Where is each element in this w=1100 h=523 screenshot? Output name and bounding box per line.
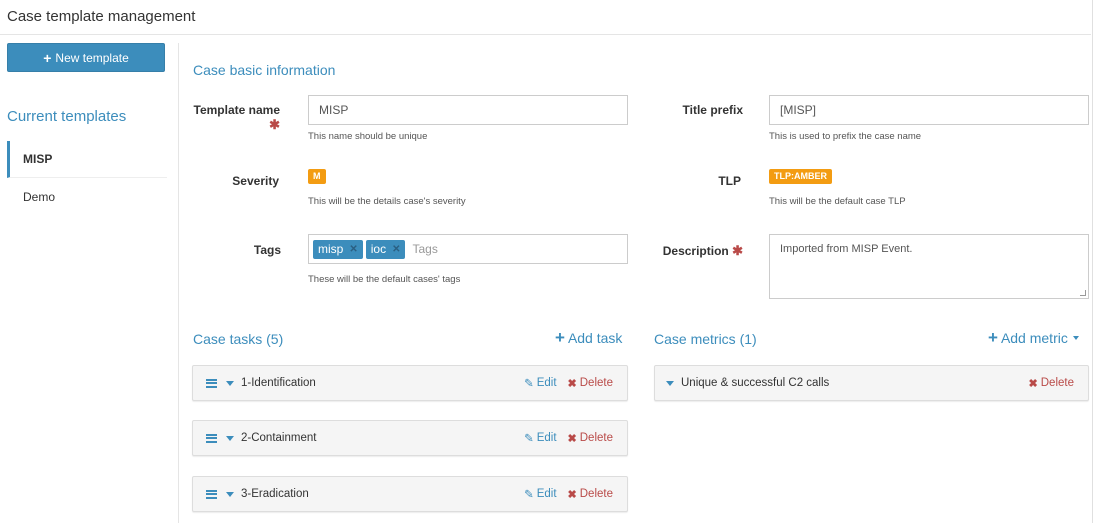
drag-handle-icon[interactable] bbox=[206, 489, 217, 499]
sidebar-divider bbox=[178, 43, 179, 523]
plus-icon: + bbox=[988, 328, 998, 347]
title-prefix-label: Title prefix bbox=[682, 103, 743, 117]
chevron-down-icon[interactable] bbox=[226, 435, 234, 441]
description-text: Imported from MISP Event. bbox=[780, 243, 913, 255]
template-item-demo[interactable]: Demo bbox=[7, 178, 167, 215]
chevron-down-icon bbox=[1072, 335, 1079, 340]
new-template-label: New template bbox=[55, 50, 129, 65]
edit-label: Edit bbox=[536, 377, 557, 389]
edit-button[interactable]: ✎ Edit bbox=[524, 376, 556, 390]
task-row[interactable]: 1-Identification ✎ Edit ✖ Delete bbox=[192, 365, 628, 401]
description-textarea[interactable]: Imported from MISP Event. bbox=[769, 234, 1089, 299]
metric-name: Unique & successful C2 calls bbox=[681, 377, 830, 389]
delete-button[interactable]: ✖ Delete bbox=[568, 377, 613, 390]
tags-placeholder[interactable]: Tags bbox=[412, 242, 437, 256]
remove-tag-icon[interactable]: ✕ bbox=[349, 244, 357, 255]
close-icon: ✖ bbox=[567, 488, 577, 501]
delete-button[interactable]: ✖ Delete bbox=[568, 488, 613, 501]
edit-label: Edit bbox=[536, 432, 557, 444]
pencil-icon: ✎ bbox=[524, 433, 534, 445]
basic-info-title: Case basic information bbox=[193, 62, 336, 78]
tlp-label: TLP bbox=[718, 174, 741, 188]
title-prefix-input[interactable]: [MISP] bbox=[769, 95, 1089, 125]
add-task-label: Add task bbox=[567, 329, 623, 346]
add-metric-label: Add metric bbox=[1000, 329, 1068, 346]
close-icon: ✖ bbox=[567, 377, 577, 390]
tlp-help: This will be the default case TLP bbox=[769, 196, 906, 207]
page-title: Case template management bbox=[7, 8, 196, 25]
remove-tag-icon[interactable]: ✕ bbox=[392, 244, 400, 255]
edit-button[interactable]: ✎ Edit bbox=[524, 487, 556, 501]
task-name: 2-Containment bbox=[241, 432, 317, 444]
edit-button[interactable]: ✎ Edit bbox=[524, 431, 556, 445]
metric-row[interactable]: Unique & successful C2 calls ✖ Delete bbox=[654, 365, 1089, 401]
new-template-button[interactable]: + New template bbox=[7, 43, 165, 72]
required-icon: ✱ bbox=[732, 243, 743, 258]
tlp-badge[interactable]: TLP:AMBER bbox=[769, 169, 832, 184]
required-icon: ✱ bbox=[269, 117, 280, 132]
panel-border bbox=[1092, 0, 1093, 523]
delete-button[interactable]: ✖ Delete bbox=[568, 432, 613, 445]
template-list: MISP Demo bbox=[7, 141, 167, 215]
case-tasks-title: Case tasks (5) bbox=[193, 331, 284, 347]
pencil-icon: ✎ bbox=[524, 378, 534, 390]
template-name-label-text: Template name bbox=[193, 103, 280, 117]
plus-icon: + bbox=[555, 328, 565, 347]
delete-button[interactable]: ✖ Delete bbox=[1029, 377, 1074, 390]
delete-label: Delete bbox=[579, 377, 613, 389]
template-name-help: This name should be unique bbox=[308, 131, 428, 142]
task-name: 3-Eradication bbox=[241, 488, 309, 500]
template-name-input[interactable]: MISP bbox=[308, 95, 628, 125]
severity-badge[interactable]: M bbox=[308, 169, 326, 184]
delete-label: Delete bbox=[579, 432, 613, 444]
current-templates-heading: Current templates bbox=[7, 108, 127, 125]
description-label-text: Description bbox=[662, 244, 729, 258]
severity-label: Severity bbox=[232, 174, 279, 188]
tags-input[interactable]: misp ✕ ioc ✕ Tags bbox=[308, 234, 628, 264]
drag-handle-icon[interactable] bbox=[206, 378, 217, 388]
chevron-down-icon[interactable] bbox=[226, 491, 234, 497]
plus-icon: + bbox=[43, 49, 52, 66]
tags-label: Tags bbox=[253, 243, 281, 257]
tag-ioc-label: ioc bbox=[370, 242, 387, 256]
task-name: 1-Identification bbox=[241, 377, 316, 389]
delete-label: Delete bbox=[579, 488, 613, 500]
tags-help: These will be the default cases' tags bbox=[308, 274, 461, 285]
pencil-icon: ✎ bbox=[524, 489, 534, 501]
title-prefix-help: This is used to prefix the case name bbox=[769, 131, 922, 142]
add-task-button[interactable]: + Add task bbox=[555, 329, 622, 346]
close-icon: ✖ bbox=[567, 432, 577, 445]
chevron-down-icon[interactable] bbox=[226, 380, 234, 386]
template-item-misp[interactable]: MISP bbox=[7, 141, 167, 178]
tag-ioc[interactable]: ioc ✕ bbox=[365, 239, 406, 259]
chevron-down-icon[interactable] bbox=[666, 380, 674, 386]
severity-help: This will be the details case's severity bbox=[308, 196, 466, 207]
header-divider bbox=[0, 34, 1091, 35]
case-metrics-title: Case metrics (1) bbox=[654, 331, 757, 347]
tag-misp[interactable]: misp ✕ bbox=[313, 239, 363, 259]
task-row[interactable]: 2-Containment ✎ Edit ✖ Delete bbox=[192, 420, 628, 456]
close-icon: ✖ bbox=[1028, 377, 1038, 390]
template-name-label: Template name ✱ bbox=[190, 103, 280, 133]
drag-handle-icon[interactable] bbox=[206, 433, 217, 443]
delete-label: Delete bbox=[1040, 377, 1074, 389]
description-label: Description ✱ bbox=[640, 243, 743, 259]
edit-label: Edit bbox=[536, 488, 557, 500]
tag-misp-label: misp bbox=[318, 242, 344, 256]
task-row[interactable]: 3-Eradication ✎ Edit ✖ Delete bbox=[192, 476, 628, 512]
add-metric-button[interactable]: + Add metric bbox=[988, 329, 1079, 346]
resize-handle-icon[interactable] bbox=[1080, 290, 1086, 296]
